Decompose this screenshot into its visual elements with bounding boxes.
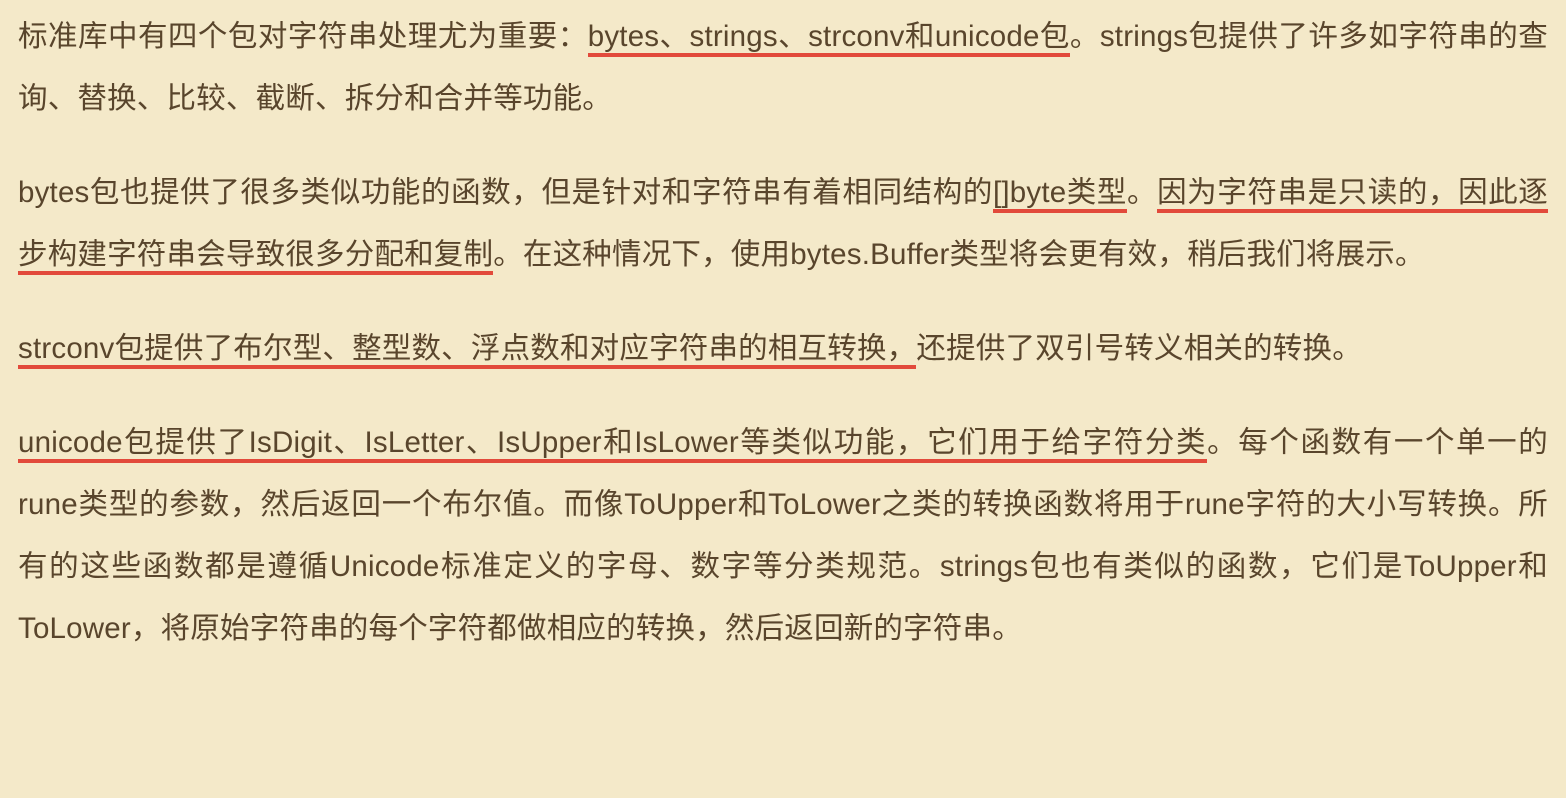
underlined-text: []byte类型 (993, 176, 1127, 213)
paragraph-4: unicode包提供了IsDigit、IsLetter、IsUpper和IsLo… (18, 412, 1548, 660)
text-segment: 标准库中有四个包对字符串处理尤为重要： (18, 20, 588, 53)
text-segment: 还提供了双引号转义相关的转换。 (916, 332, 1362, 365)
text-segment: 。在这种情况下，使用bytes.Buffer类型将会更有效，稍后我们将展示。 (493, 238, 1424, 271)
text-segment: 。 (1127, 176, 1157, 209)
underlined-text: unicode包提供了IsDigit、IsLetter、IsUpper和IsLo… (18, 426, 1207, 463)
underlined-text: bytes、strings、strconv和unicode包 (588, 20, 1070, 57)
paragraph-2: bytes包也提供了很多类似功能的函数，但是针对和字符串有着相同结构的[]byt… (18, 162, 1548, 286)
paragraph-1: 标准库中有四个包对字符串处理尤为重要：bytes、strings、strconv… (18, 6, 1548, 130)
paragraph-3: strconv包提供了布尔型、整型数、浮点数和对应字符串的相互转换，还提供了双引… (18, 318, 1548, 380)
text-segment: bytes包也提供了很多类似功能的函数，但是针对和字符串有着相同结构的 (18, 176, 993, 209)
underlined-text: strconv包提供了布尔型、整型数、浮点数和对应字符串的相互转换， (18, 332, 916, 369)
